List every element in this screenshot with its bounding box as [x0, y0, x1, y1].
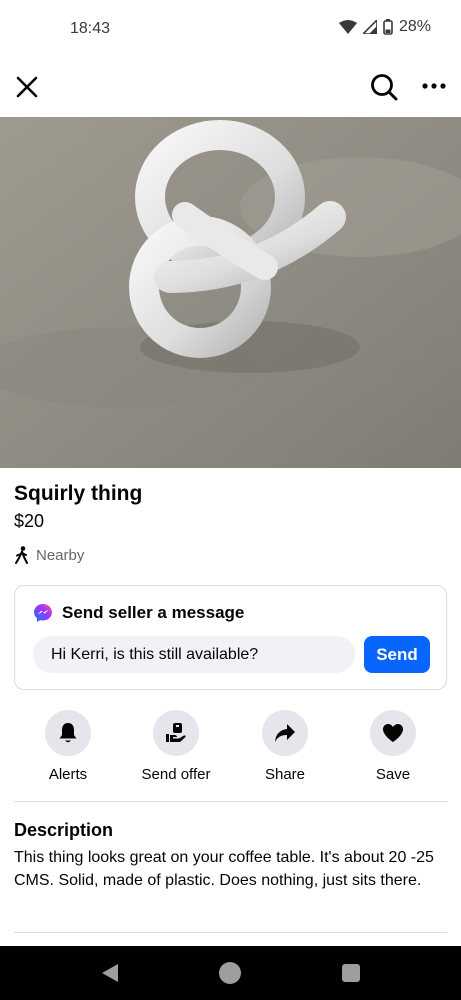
location-text: Nearby: [36, 546, 85, 564]
top-bar: [0, 62, 461, 114]
listing-price: $20: [14, 511, 45, 531]
send-offer-circle: [153, 710, 199, 756]
search-icon[interactable]: [369, 72, 399, 102]
send-offer-label: Send offer: [141, 766, 211, 783]
action-row: Alerts Send offer Share Save: [0, 710, 461, 790]
message-input[interactable]: [33, 636, 355, 673]
save-circle: [370, 710, 416, 756]
listing-location: Nearby: [14, 546, 84, 564]
send-offer-button[interactable]: Send offer: [126, 710, 226, 783]
wifi-icon: [338, 20, 357, 34]
divider: [14, 801, 447, 802]
status-bar: 18:43 28%: [0, 0, 461, 60]
alerts-label: Alerts: [48, 766, 88, 783]
status-time: 18:43: [70, 20, 111, 37]
share-circle: [262, 710, 308, 756]
status-icons: 28%: [338, 18, 431, 36]
message-seller-card: Send seller a message Send: [14, 585, 447, 690]
divider: [14, 932, 447, 933]
save-button[interactable]: Save: [343, 710, 443, 783]
send-button[interactable]: Send: [364, 636, 430, 673]
share-button[interactable]: Share: [235, 710, 335, 783]
bell-icon: [59, 723, 77, 743]
system-nav-bar: [0, 946, 461, 1000]
description-text: This thing looks great on your coffee ta…: [14, 849, 434, 889]
description-heading: Description: [14, 820, 114, 840]
alerts-circle: [45, 710, 91, 756]
battery-icon: [383, 19, 393, 35]
heart-icon: [383, 724, 403, 742]
share-label: Share: [264, 766, 306, 783]
alerts-button[interactable]: Alerts: [18, 710, 118, 783]
message-title: Send seller a message: [62, 603, 245, 622]
signal-icon: [362, 20, 377, 34]
message-header: Send seller a message: [33, 603, 244, 623]
listing-photo[interactable]: [0, 117, 461, 468]
listing-title: Squirly thing: [14, 482, 143, 505]
more-icon[interactable]: [420, 76, 448, 96]
recents-icon[interactable]: [342, 964, 360, 982]
home-icon[interactable]: [219, 962, 241, 984]
messenger-icon: [34, 604, 52, 622]
close-icon[interactable]: [14, 74, 40, 100]
save-label: Save: [375, 766, 411, 783]
share-arrow-icon: [275, 724, 295, 742]
walking-person-icon: [15, 546, 28, 564]
offer-hand-icon: [166, 723, 186, 742]
battery-level: 28%: [398, 18, 431, 35]
back-icon[interactable]: [101, 963, 119, 983]
